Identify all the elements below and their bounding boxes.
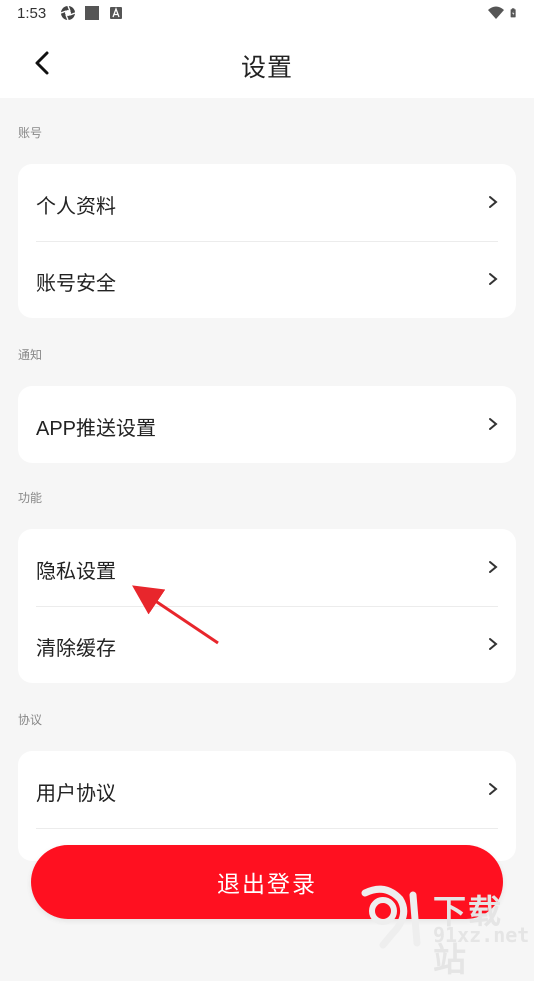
aperture-icon xyxy=(60,5,76,21)
section-label-account: 账号 xyxy=(18,126,43,140)
card-features: 隐私设置 清除缓存 xyxy=(18,529,516,683)
91-logo xyxy=(361,885,421,949)
card-notification: APP推送设置 xyxy=(18,386,516,463)
section-label-notification: 通知 xyxy=(18,348,43,362)
font-icon xyxy=(110,7,122,19)
status-icons-right xyxy=(488,5,520,21)
list-item-label: 用户协议 xyxy=(36,783,116,805)
list-item-profile[interactable]: 个人资料 xyxy=(18,164,516,241)
wifi-icon xyxy=(488,6,504,19)
list-item-label: 账号安全 xyxy=(36,273,116,295)
chevron-right-icon xyxy=(489,638,498,650)
list-item-label: 个人资料 xyxy=(36,196,116,218)
list-item-user-agreement[interactable]: 用户协议 xyxy=(18,751,516,828)
status-icons-left xyxy=(60,5,124,21)
list-item-label: 隐私设置 xyxy=(36,561,116,583)
list-item-app-push-settings[interactable]: APP推送设置 xyxy=(18,386,516,463)
list-item-privacy-settings[interactable]: 隐私设置 xyxy=(18,529,516,606)
page-title: 设置 xyxy=(240,54,293,82)
chevron-right-icon xyxy=(489,561,498,573)
section-label-features: 功能 xyxy=(18,491,43,505)
section-label-agreements: 协议 xyxy=(18,713,43,727)
square-icon xyxy=(85,6,99,20)
list-item-account-security[interactable]: 账号安全 xyxy=(18,241,516,318)
chevron-right-icon xyxy=(489,783,498,795)
card-account: 个人资料 账号安全 xyxy=(18,164,516,318)
chevron-right-icon xyxy=(489,273,498,285)
list-item-label: APP推送设置 xyxy=(36,418,157,440)
status-bar: 1:53 xyxy=(0,0,534,28)
battery-icon xyxy=(510,8,516,18)
nav-bar: 设置 xyxy=(0,28,534,98)
list-item-clear-cache[interactable]: 清除缓存 xyxy=(18,606,516,683)
status-time: 1:53 xyxy=(17,5,47,22)
watermark-line2: 91xz.net xyxy=(433,923,530,947)
chevron-right-icon xyxy=(489,196,498,208)
list-item-label: 清除缓存 xyxy=(36,638,116,660)
watermark: 下载站 91xz.net xyxy=(355,885,534,978)
chevron-right-icon xyxy=(489,418,498,430)
